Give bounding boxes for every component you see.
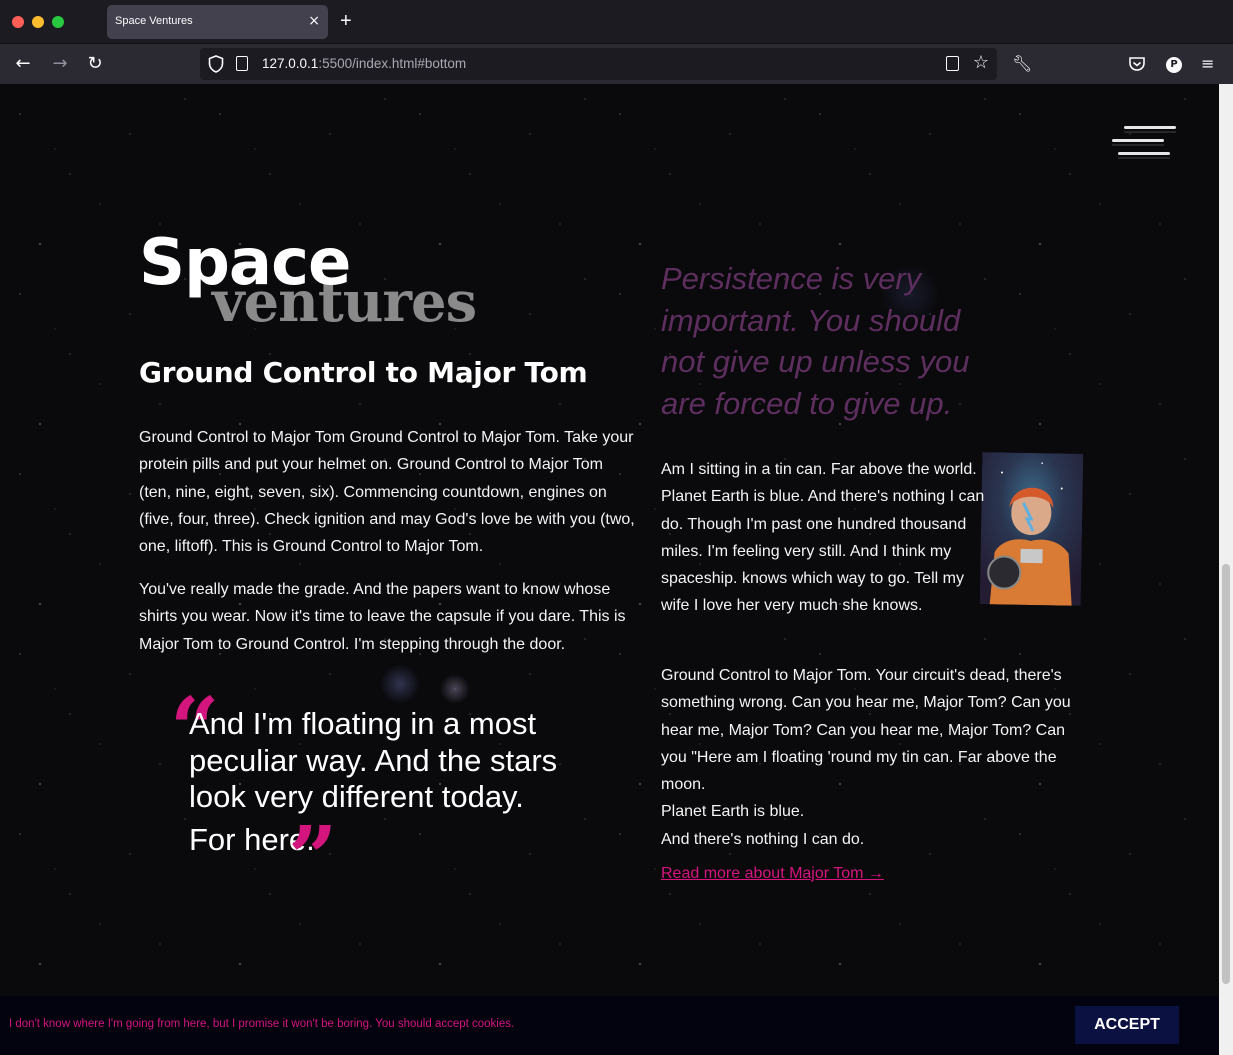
minimize-window-button[interactable]: [32, 16, 44, 28]
wrench-icon[interactable]: 🔧︎: [1012, 53, 1032, 75]
back-arrow-icon[interactable]: ←: [10, 52, 36, 76]
tab-close-icon[interactable]: ×: [308, 12, 320, 30]
logo-primary: Space: [139, 226, 351, 300]
lyric-line-1: Planet Earth is blue.: [661, 803, 805, 821]
bookmark-star-icon[interactable]: ☆: [973, 52, 989, 74]
nebula-glow: [380, 664, 420, 704]
scrollbar-thumb[interactable]: [1222, 564, 1230, 984]
accept-cookies-button[interactable]: ACCEPT: [1075, 1006, 1179, 1044]
reload-icon[interactable]: ↻: [82, 52, 108, 76]
url-text[interactable]: 127.0.0.1:5500/index.html#bottom: [262, 56, 466, 71]
read-more-link[interactable]: Read more about Major Tom →: [661, 865, 884, 883]
quote-last-line: For here.: [189, 821, 315, 857]
body-paragraph-4: Ground Control to Major Tom. Your circui…: [661, 662, 1081, 853]
page-viewport: Space ventures Ground Control to Major T…: [0, 84, 1219, 1055]
browser-navbar: ← → ↻ 127.0.0.1:5500/index.html#bottom ☆…: [0, 44, 1233, 84]
browser-tab[interactable]: Space Ventures ×: [107, 5, 328, 39]
body-paragraph-1: Ground Control to Major Tom Ground Contr…: [139, 429, 635, 556]
profile-avatar[interactable]: P: [1166, 57, 1182, 73]
page-icon: [236, 56, 248, 71]
hamburger-menu-icon[interactable]: [1112, 126, 1176, 166]
close-window-button[interactable]: [12, 16, 24, 28]
paragraph-4-text: Ground Control to Major Tom. Your circui…: [661, 667, 1071, 794]
tab-title: Space Ventures: [115, 15, 193, 27]
lyric-line-2: And there's nothing I can do.: [661, 830, 865, 848]
body-paragraph-3: Am I sitting in a tin can. Far above the…: [661, 461, 985, 615]
app-menu-icon[interactable]: ≡: [1201, 53, 1214, 75]
blockquote: And I'm floating in a most peculiar way.…: [189, 706, 609, 858]
astronaut-portrait-image: [979, 452, 1084, 606]
forward-arrow-icon[interactable]: →: [47, 52, 73, 76]
page-scrollbar[interactable]: [1219, 84, 1233, 1055]
pull-quote: Persistence is very important. You shoul…: [661, 261, 970, 421]
nebula-glow: [440, 674, 470, 704]
arrow-right-icon: →: [863, 865, 884, 882]
address-bar[interactable]: 127.0.0.1:5500/index.html#bottom ☆: [200, 48, 997, 80]
browser-titlebar: Space Ventures × +: [0, 0, 1233, 44]
pocket-icon[interactable]: [1128, 55, 1146, 73]
shield-icon[interactable]: [208, 55, 224, 73]
new-tab-button[interactable]: +: [340, 10, 352, 32]
close-quote-icon: ”: [288, 808, 338, 909]
body-paragraph-2: You've really made the grade. And the pa…: [139, 581, 626, 653]
cookie-message: I don't know where I'm going from here, …: [9, 1018, 515, 1030]
page-title: Ground Control to Major Tom: [139, 356, 588, 389]
quote-text: And I'm floating in a most peculiar way.…: [189, 706, 558, 814]
maximize-window-button[interactable]: [52, 16, 64, 28]
reader-view-icon[interactable]: [946, 56, 959, 71]
cookie-banner: I don't know where I'm going from here, …: [0, 996, 1219, 1055]
